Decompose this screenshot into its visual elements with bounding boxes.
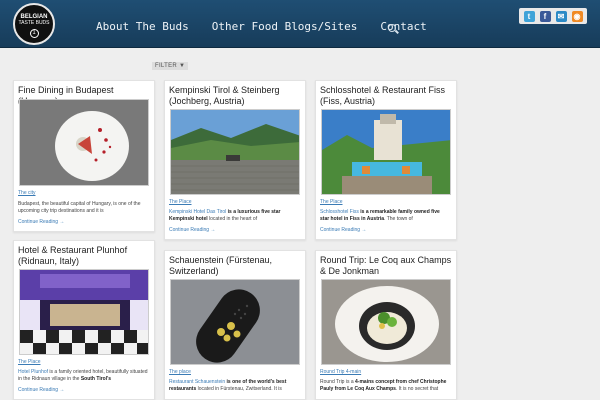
post-title[interactable]: Schauenstein (Fürstenau, Switzerland) (169, 255, 301, 277)
continue-reading-link[interactable]: Continue Reading → (18, 387, 64, 393)
post-excerpt: Round Trip is a 4-mains concept from che… (320, 379, 450, 393)
post-category[interactable]: The Place (320, 199, 343, 205)
excerpt-text: located in Fürstenau, Zwitserland. It is (196, 386, 282, 392)
post-card[interactable]: Fine Dining in Budapest (Hungary) The ci… (13, 80, 155, 232)
post-card[interactable]: Hotel & Restaurant Plunhof (Ridnaun, Ita… (13, 240, 155, 400)
excerpt-text-2: . It is no secret that (395, 386, 439, 392)
social-links: t f ✉ ◉ (519, 8, 587, 24)
nav-other-food-blogs[interactable]: Other Food Blogs/Sites (212, 20, 358, 33)
excerpt-link[interactable]: Hotel Plunhof (18, 369, 48, 375)
post-thumbnail[interactable] (19, 269, 149, 355)
logo-line2: TASTE BUDS (18, 20, 50, 26)
excerpt-bold-2: Kempinski hotel (169, 216, 208, 222)
post-title[interactable]: Hotel & Restaurant Plunhof (Ridnaun, Ita… (18, 245, 150, 267)
post-title[interactable]: Round Trip: Le Coq aux Champs & De Jonkm… (320, 255, 452, 277)
post-category[interactable]: The Place (169, 199, 192, 205)
excerpt-link[interactable]: Restaurant Schauenstein (169, 379, 225, 385)
excerpt-text: Round Trip is a (320, 379, 356, 385)
post-thumbnail[interactable] (321, 109, 451, 195)
continue-reading-link[interactable]: Continue Reading → (320, 227, 366, 233)
post-title[interactable]: Kempinski Tirol & Steinberg (Jochberg, A… (169, 85, 301, 107)
post-thumbnail[interactable] (170, 279, 300, 365)
email-icon[interactable]: ✉ (555, 10, 567, 22)
excerpt-link[interactable]: Kempinski Hotel Das Tirol (169, 209, 226, 215)
search-icon[interactable] (388, 24, 396, 32)
post-excerpt: Hotel Plunhof is a family oriented hotel… (18, 369, 148, 383)
post-excerpt: Budapest, the beautiful capital of Hunga… (18, 201, 141, 214)
post-card[interactable]: Kempinski Tirol & Steinberg (Jochberg, A… (164, 80, 306, 240)
post-category[interactable]: The Place (18, 359, 41, 365)
excerpt-link[interactable]: Schlosshotel Fiss (320, 209, 359, 215)
facebook-icon[interactable]: f (539, 10, 551, 22)
post-category[interactable]: The place (169, 369, 191, 375)
post-card[interactable]: Schlosshotel & Restaurant Fiss (Fiss, Au… (315, 80, 457, 240)
post-excerpt: Kempinski Hotel Das Tirol is a luxurious… (169, 209, 299, 223)
post-thumbnail[interactable] (321, 279, 451, 365)
excerpt-text: . The town of (384, 216, 413, 222)
filter-button[interactable]: FILTER ▼ (152, 62, 189, 70)
rss-icon[interactable]: ◉ (571, 10, 583, 22)
excerpt-bold: is a luxurious five star (226, 209, 281, 215)
continue-reading-link[interactable]: Continue Reading → (169, 227, 215, 233)
nav-about[interactable]: About The Buds (96, 20, 189, 33)
site-logo[interactable]: BELGIAN TASTE BUDS 1 (13, 3, 55, 45)
continue-reading-link[interactable]: Continue Reading → (18, 219, 64, 225)
post-title[interactable]: Schlosshotel & Restaurant Fiss (Fiss, Au… (320, 85, 452, 107)
post-thumbnail[interactable] (170, 109, 300, 195)
excerpt-bold: South Tirol's (80, 376, 112, 382)
excerpt-text: located in the heart of (207, 216, 258, 222)
site-header: BELGIAN TASTE BUDS 1 About The Buds Othe… (0, 0, 600, 48)
post-card[interactable]: Schauenstein (Fürstenau, Switzerland) Th… (164, 250, 306, 400)
post-excerpt: Restaurant Schauenstein is one of the wo… (169, 379, 299, 393)
post-thumbnail[interactable] (19, 99, 149, 186)
post-card[interactable]: Round Trip: Le Coq aux Champs & De Jonkm… (315, 250, 457, 400)
post-category[interactable]: Round Trip 4-main (320, 369, 361, 375)
post-category[interactable]: The city (18, 190, 36, 196)
logo-badge: 1 (29, 29, 39, 38)
post-excerpt: Schlosshotel Fiss is a remarkable family… (320, 209, 450, 223)
twitter-icon[interactable]: t (523, 10, 535, 22)
